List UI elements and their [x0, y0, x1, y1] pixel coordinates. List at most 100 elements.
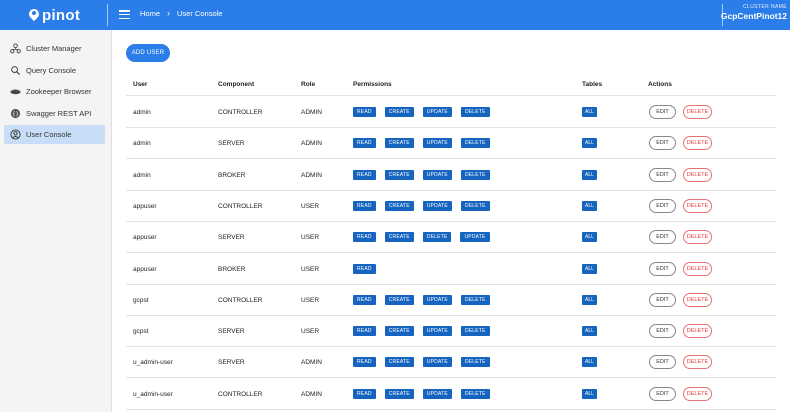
- sidebar-item-cluster-manager[interactable]: Cluster Manager: [4, 39, 105, 58]
- table-row: appuser BROKER USER READ ALL EDIT DELETE: [126, 254, 776, 285]
- permission-chip: CREATE: [384, 388, 414, 399]
- sidebar-item-zookeeper-browser[interactable]: Zookeeper Browser: [4, 82, 105, 101]
- pinot-logo-icon: [28, 7, 40, 23]
- edit-button[interactable]: EDIT: [649, 167, 676, 182]
- component-cell: CONTROLLER: [218, 109, 263, 116]
- permission-chip: READ: [353, 326, 376, 337]
- permissions-list: READ CREATE UPDATE DELETE: [353, 107, 499, 117]
- permission-chip: READ: [353, 169, 376, 180]
- tables-list: ALL: [582, 357, 597, 368]
- edit-button[interactable]: EDIT: [649, 355, 676, 370]
- table-chip: ALL: [582, 169, 597, 180]
- app-header: pinot Home › User Console CLUSTER NAME G…: [0, 0, 790, 30]
- header-divider: [107, 4, 108, 26]
- cluster-name-value: GcpCentPinot12: [720, 11, 787, 21]
- permission-chip: CREATE: [384, 138, 414, 149]
- sidebar-item-label: Zookeeper Browser: [26, 87, 92, 96]
- edit-button[interactable]: EDIT: [649, 261, 676, 276]
- permission-chip: UPDATE: [422, 107, 452, 117]
- permissions-list: READ CREATE UPDATE DELETE: [353, 326, 499, 337]
- sidebar-item-swagger-rest-api[interactable]: {} Swagger REST API: [4, 104, 105, 123]
- delete-button[interactable]: DELETE: [683, 324, 712, 339]
- delete-button[interactable]: DELETE: [683, 386, 712, 401]
- permissions-list: READ: [353, 263, 385, 274]
- role-cell: ADMIN: [301, 109, 322, 116]
- column-header-component: Component: [218, 81, 255, 88]
- role-cell: ADMIN: [301, 140, 322, 148]
- pinot-logo[interactable]: pinot: [28, 4, 80, 26]
- table-row: appuser CONTROLLER USER READ CREATE UPDATE DEL…: [126, 191, 776, 222]
- edit-button[interactable]: EDIT: [649, 386, 676, 401]
- add-user-button[interactable]: ADD USER: [126, 44, 170, 62]
- permission-chip: UPDATE: [422, 138, 452, 149]
- permission-chip: CREATE: [384, 169, 414, 180]
- logo-text: pinot: [42, 6, 81, 24]
- swagger-icon: {}: [10, 108, 21, 119]
- edit-button[interactable]: EDIT: [649, 230, 676, 245]
- role-cell: ADMIN: [301, 359, 322, 367]
- breadcrumb-home[interactable]: Home: [140, 9, 160, 18]
- permission-chip: DELETE: [422, 232, 452, 243]
- delete-button[interactable]: DELETE: [683, 167, 712, 182]
- permissions-list: READ CREATE DELETE UPDATE: [353, 232, 499, 243]
- table-chip: ALL: [582, 357, 597, 368]
- tables-list: ALL: [582, 138, 597, 149]
- tables-list: ALL: [582, 107, 597, 117]
- sidebar-item-label: Cluster Manager: [26, 44, 82, 53]
- delete-button[interactable]: DELETE: [683, 355, 712, 370]
- table-row: gcpst CONTROLLER USER READ CREATE UPDATE DELET…: [126, 285, 776, 316]
- breadcrumb: Home › User Console: [140, 8, 222, 19]
- user-cell: appuser: [133, 265, 157, 273]
- tables-list: ALL: [582, 200, 597, 211]
- permissions-list: READ CREATE UPDATE DELETE: [353, 388, 499, 399]
- delete-button[interactable]: DELETE: [683, 136, 712, 151]
- permission-chip: DELETE: [460, 326, 490, 337]
- edit-button[interactable]: EDIT: [649, 292, 676, 307]
- chevron-right-icon: ›: [167, 8, 171, 18]
- table-row: u_admin-user CONTROLLER ADMIN READ CREATE UPD…: [126, 379, 776, 410]
- component-cell: SERVER: [218, 234, 245, 242]
- cluster-name-label: CLUSTER NAME: [743, 4, 787, 10]
- table-chip: ALL: [582, 388, 597, 399]
- role-cell: USER: [301, 202, 320, 210]
- sidebar-item-query-console[interactable]: Query Console: [4, 61, 105, 80]
- column-header-tables: Tables: [582, 81, 603, 88]
- delete-button[interactable]: DELETE: [683, 261, 712, 276]
- permission-chip: READ: [353, 294, 376, 305]
- delete-button[interactable]: DELETE: [683, 105, 712, 119]
- table-row: admin SERVER ADMIN READ CREATE UPDATE DELETE AL…: [126, 128, 776, 160]
- table-chip: ALL: [582, 107, 597, 117]
- hamburger-menu-icon[interactable]: [119, 10, 130, 20]
- zookeeper-icon: [10, 86, 21, 97]
- user-cell: admin: [133, 171, 151, 179]
- delete-button[interactable]: DELETE: [683, 230, 712, 245]
- edit-button[interactable]: EDIT: [649, 136, 676, 151]
- permission-chip: CREATE: [384, 107, 414, 117]
- permission-chip: DELETE: [460, 294, 490, 305]
- delete-button[interactable]: DELETE: [683, 292, 712, 307]
- user-cell: admin: [133, 140, 151, 148]
- table-row: gcpst SERVER USER READ CREATE UPDATE DELETE ALL…: [126, 316, 776, 348]
- permission-chip: CREATE: [384, 326, 414, 337]
- permission-chip: UPDATE: [422, 294, 452, 305]
- edit-button[interactable]: EDIT: [649, 105, 676, 119]
- column-header-role: Role: [301, 81, 316, 88]
- edit-button[interactable]: EDIT: [649, 324, 676, 339]
- table-row: u_admin-user SERVER ADMIN READ CREATE UPDATE D…: [126, 347, 776, 379]
- query-icon: [10, 65, 21, 76]
- sidebar-item-user-console[interactable]: User Console: [4, 125, 105, 144]
- role-cell: ADMIN: [301, 390, 322, 398]
- table-chip: ALL: [582, 200, 597, 211]
- permission-chip: UPDATE: [422, 169, 452, 180]
- permission-chip: UPDATE: [422, 326, 452, 337]
- permission-chip: READ: [353, 263, 376, 274]
- edit-button[interactable]: EDIT: [649, 198, 676, 213]
- permission-chip: READ: [353, 232, 376, 243]
- delete-button[interactable]: DELETE: [683, 198, 712, 213]
- permissions-list: READ CREATE UPDATE DELETE: [353, 200, 499, 211]
- sidebar-item-label: Swagger REST API: [26, 109, 92, 118]
- permission-chip: CREATE: [384, 200, 414, 211]
- permission-chip: READ: [353, 138, 376, 149]
- sidebar: Cluster Manager Query Console Zookeeper …: [0, 30, 112, 412]
- component-cell: SERVER: [218, 140, 245, 148]
